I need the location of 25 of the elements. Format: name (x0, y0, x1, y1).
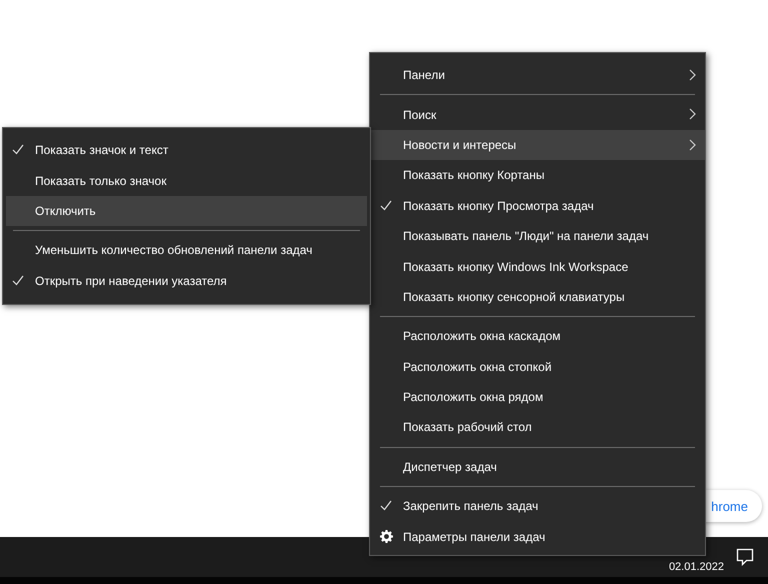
menu-item[interactable]: Расположить окна каскадом (370, 321, 705, 352)
menu-item[interactable]: Показать рабочий стол (370, 412, 705, 443)
menu-item[interactable]: Показать кнопку Windows Ink Workspace (370, 251, 705, 282)
settings-icon (380, 530, 393, 544)
menu-item[interactable]: Отключить (6, 196, 367, 226)
menu-item[interactable]: Показать значок и текст (3, 135, 370, 166)
menu-item[interactable]: Параметры панели задач (370, 521, 705, 552)
menu-item[interactable]: Показать кнопку сенсорной клавиатуры (370, 282, 705, 312)
menu-item[interactable]: Панели (370, 60, 705, 90)
menu-item[interactable]: Показать кнопку Кортаны (370, 160, 705, 191)
menu-item[interactable]: Уменьшить количество обновлений панели задач (3, 235, 370, 266)
menu-item[interactable]: Расположить окна рядом (370, 382, 705, 412)
menu-item[interactable]: Поиск (370, 99, 705, 130)
chevron-icon (689, 138, 696, 151)
chevron-icon (689, 69, 696, 81)
notification-icon[interactable] (736, 548, 754, 566)
menu-item[interactable]: Новости и интересы (370, 130, 705, 160)
menu-item[interactable]: Открыть при наведении указателя (3, 266, 370, 296)
menu-item[interactable]: Показать только значок (3, 165, 370, 196)
menu-item[interactable]: Диспетчер задач (370, 452, 705, 482)
date-text: 02.01.2022 (668, 561, 724, 573)
menu-item[interactable]: Показывать панель "Люди" на панели задач (370, 220, 705, 252)
chevron-icon (689, 108, 696, 120)
menu-item[interactable]: Показать кнопку Просмотра задач (370, 190, 705, 221)
menu-item[interactable]: Расположить окна стопкой (370, 352, 705, 382)
